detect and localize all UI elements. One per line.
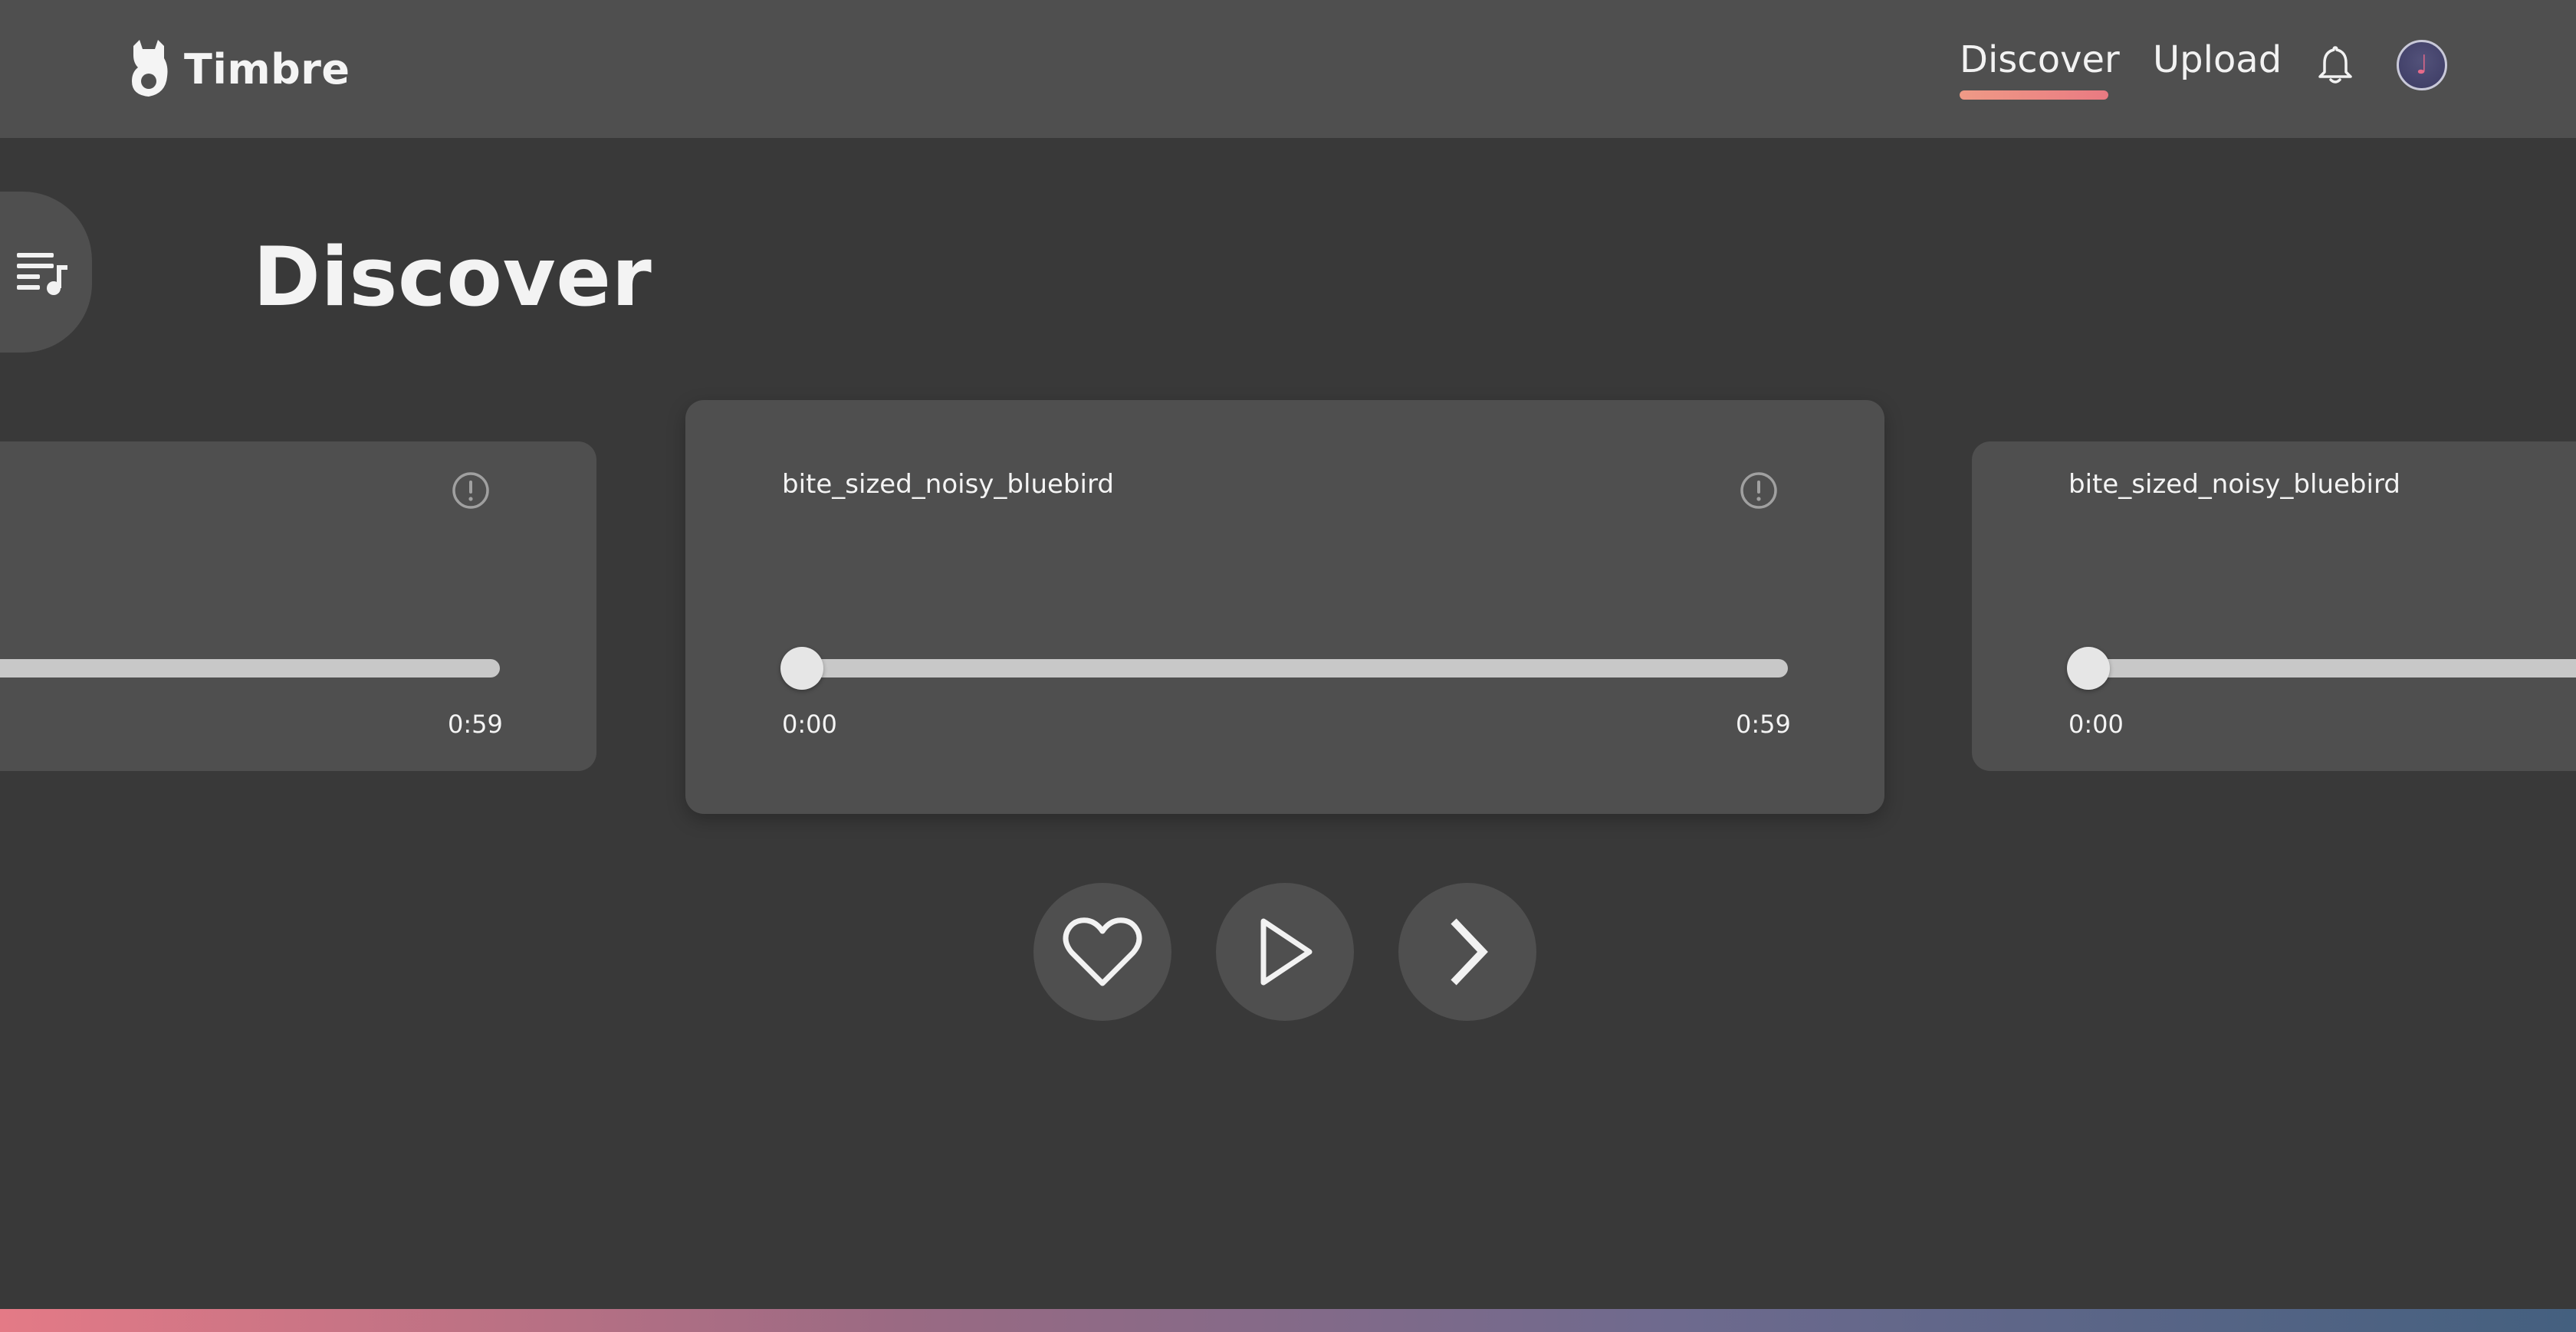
page-title: Discover [253,230,652,324]
progress-slider[interactable] [782,659,1788,677]
brand-logo[interactable]: Timbre [126,38,350,100]
report-icon[interactable] [1739,471,1779,510]
report-icon[interactable] [451,471,491,510]
slider-thumb[interactable] [2067,647,2110,690]
queue-music-icon[interactable] [17,251,71,296]
top-nav-bar: Timbre Discover Upload ♩ [0,0,2576,138]
user-avatar[interactable]: ♩ [2397,40,2447,90]
active-nav-indicator [1960,90,2108,100]
heart-icon [1063,917,1142,986]
track-card-previous[interactable]: 0:59 [0,441,596,771]
brand-name: Timbre [184,44,350,94]
duration-label: 0:59 [448,710,503,739]
play-button[interactable] [1216,883,1354,1021]
progress-slider[interactable] [2068,659,2576,677]
slider-thumb[interactable] [780,647,823,690]
like-button[interactable] [1033,883,1171,1021]
track-card-next[interactable]: bite_sized_noisy_bluebird 0:00 [1972,441,2576,771]
bottom-gradient-bar [0,1309,2576,1332]
track-title: bite_sized_noisy_bluebird [782,469,1114,500]
cat-logo-icon [132,40,168,97]
track-title: bite_sized_noisy_bluebird [2068,469,2400,500]
progress-slider[interactable] [0,659,500,677]
next-track-button[interactable] [1398,883,1536,1021]
nav-link-upload[interactable]: Upload [2153,38,2282,81]
bell-icon[interactable] [2315,44,2355,86]
music-note-icon: ♩ [2415,50,2429,80]
app-root: Timbre Discover Upload ♩ Discover 0:59 b… [0,0,2576,1332]
current-time-label: 0:00 [2068,710,2124,739]
chevron-right-icon [1451,918,1488,986]
duration-label: 0:59 [1736,710,1791,739]
play-icon [1260,918,1313,986]
nav-link-discover[interactable]: Discover [1960,38,2120,81]
track-card-current[interactable]: bite_sized_noisy_bluebird 0:00 0:59 [685,400,1884,814]
current-time-label: 0:00 [782,710,837,739]
